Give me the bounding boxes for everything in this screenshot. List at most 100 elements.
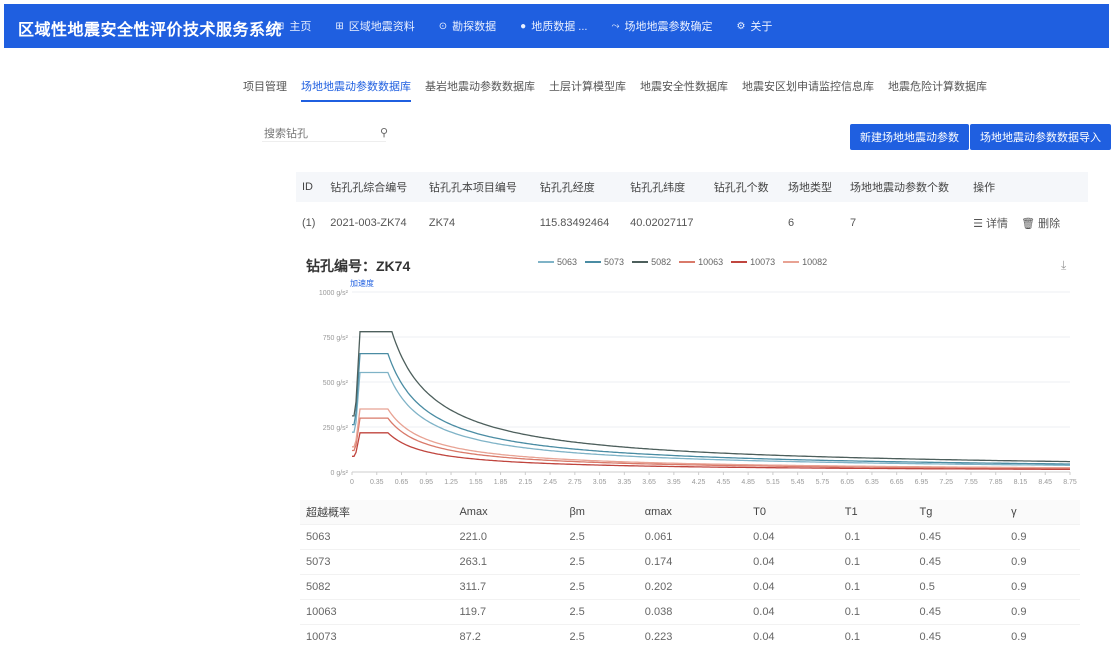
legend-item[interactable]: 5082 <box>632 257 671 267</box>
home-icon: ⊞ <box>276 21 284 32</box>
nav-item-survey-data[interactable]: ⊙ 勘探数据 <box>439 18 496 34</box>
left-blank-pane <box>0 48 232 646</box>
params-table: 超越概率 Amax βm αmax T0 T1 Tg γ 5063221.02.… <box>300 500 1080 649</box>
detail-icon: ☰ <box>973 218 983 230</box>
trash-icon: 🗑 <box>1021 218 1035 230</box>
table-cell: 0.9 <box>1005 600 1080 625</box>
table-cell: 0.9 <box>1005 525 1080 550</box>
legend-item[interactable]: 10082 <box>783 257 827 267</box>
table-cell: 0.04 <box>747 525 839 550</box>
table-cell: 2.5 <box>563 625 638 649</box>
table-cell: 0.9 <box>1005 550 1080 575</box>
series-line-5073 <box>352 354 1070 464</box>
column-header: ID <box>296 172 324 202</box>
table-header-row: 超越概率 Amax βm αmax T0 T1 Tg γ <box>300 500 1080 525</box>
legend-swatch <box>585 261 601 263</box>
nav-item-label: 场地地震参数确定 <box>624 18 712 34</box>
table-cell: 2.5 <box>563 575 638 600</box>
x-tick-label: 0.35 <box>370 479 384 486</box>
x-tick-label: 0 <box>350 479 354 486</box>
tab-bedrock-params-db[interactable]: 基岩地震动参数数据库 <box>425 78 535 102</box>
x-tick-label: 8.75 <box>1063 479 1077 486</box>
x-tick-label: 1.85 <box>494 479 508 486</box>
column-header: 操作 <box>967 172 1088 202</box>
table-cell: 0.45 <box>914 525 1006 550</box>
table-cell: 0.1 <box>839 550 914 575</box>
table-cell: 0.04 <box>747 550 839 575</box>
nav-item-geology-data[interactable]: ● 地质数据 ... <box>520 18 587 34</box>
legend-item[interactable]: 5073 <box>585 257 624 267</box>
borehole-table: ID 钻孔孔综合编号 钻孔孔本项目编号 钻孔孔经度 钻孔孔纬度 钻孔孔个数 场地… <box>296 172 1088 244</box>
table-cell: 5063 <box>300 525 453 550</box>
target-icon: ⊙ <box>439 21 447 32</box>
table-cell: 0.45 <box>914 625 1006 649</box>
x-tick-label: 1.55 <box>469 479 483 486</box>
search-input[interactable] <box>262 127 386 142</box>
x-tick-label: 4.55 <box>717 479 731 486</box>
tab-soil-model-db[interactable]: 土层计算模型库 <box>549 78 626 102</box>
series-line-5082 <box>352 332 1070 462</box>
x-tick-label: 3.35 <box>618 479 632 486</box>
tab-bar: 项目管理 场地地震动参数数据库 基岩地震动参数数据库 土层计算模型库 地震安全性… <box>243 78 1001 102</box>
table-row: 10063119.72.50.0380.040.10.450.9 <box>300 600 1080 625</box>
legend-swatch <box>632 261 648 263</box>
import-site-params-button[interactable]: 场地地震动参数数据导入 <box>970 124 1111 150</box>
table-cell: 0.223 <box>639 625 747 649</box>
column-header: Amax <box>453 500 563 525</box>
table-row: 5063221.02.50.0610.040.10.450.9 <box>300 525 1080 550</box>
tab-safety-db[interactable]: 地震安全性数据库 <box>640 78 728 102</box>
detail-button[interactable]: ☰ 详情 <box>973 218 1008 230</box>
nav-item-regional-data[interactable]: ⊞ 区域地震资料 <box>335 18 414 34</box>
column-header: 超越概率 <box>300 500 453 525</box>
column-header: 钻孔孔纬度 <box>624 172 708 202</box>
x-tick-label: 6.65 <box>890 479 904 486</box>
column-header: 场地地震动参数个数 <box>844 172 967 202</box>
nav-item-label: 地质数据 ... <box>531 18 587 34</box>
cell-code: 2021-003-ZK74 <box>324 202 423 244</box>
tab-site-params-db[interactable]: 场地地震动参数数据库 <box>301 78 411 102</box>
nav-item-site-params[interactable]: ⤳ 场地地震参数确定 <box>611 18 712 34</box>
legend-item[interactable]: 5063 <box>538 257 577 267</box>
y-tick-label: 1000 g/s² <box>319 290 349 297</box>
table-cell: 0.1 <box>839 625 914 649</box>
table-cell: 0.45 <box>914 550 1006 575</box>
y-tick-label: 750 g/s² <box>323 335 349 342</box>
nav-item-about[interactable]: ⚙ 关于 <box>736 18 772 34</box>
x-tick-label: 3.65 <box>642 479 656 486</box>
nav-item-home[interactable]: ⊞ 主页 <box>276 18 311 34</box>
column-header: 钻孔孔经度 <box>534 172 624 202</box>
table-row: 1007387.22.50.2230.040.10.450.9 <box>300 625 1080 649</box>
x-tick-label: 4.25 <box>692 479 706 486</box>
table-cell: 87.2 <box>453 625 563 649</box>
table-cell: 221.0 <box>453 525 563 550</box>
legend-item[interactable]: 10073 <box>731 257 775 267</box>
column-header: γ <box>1005 500 1080 525</box>
chart-title: 钻孔编号：ZK74 <box>306 256 410 276</box>
tab-zoning-db[interactable]: 地震安区划申请监控信息库 <box>742 78 874 102</box>
x-tick-label: 0.95 <box>419 479 433 486</box>
x-tick-label: 3.95 <box>667 479 681 486</box>
new-site-params-button[interactable]: 新建场地地震动参数 <box>850 124 969 150</box>
table-cell: 263.1 <box>453 550 563 575</box>
tab-project-management[interactable]: 项目管理 <box>243 78 287 102</box>
column-header: 钻孔孔个数 <box>708 172 782 202</box>
legend-swatch <box>679 261 695 263</box>
tab-hazard-db[interactable]: 地震危险计算数据库 <box>888 78 987 102</box>
x-tick-label: 5.75 <box>816 479 830 486</box>
delete-button[interactable]: 🗑 删除 <box>1021 218 1060 230</box>
x-tick-label: 5.15 <box>766 479 780 486</box>
settings-icon: ⚙ <box>736 21 745 32</box>
grid-icon: ⊞ <box>335 21 343 32</box>
table-row[interactable]: (1) 2021-003-ZK74 ZK74 115.83492464 40.0… <box>296 202 1088 244</box>
x-tick-label: 2.75 <box>568 479 582 486</box>
download-icon[interactable]: ⤓ <box>1061 258 1066 273</box>
search-icon[interactable]: ⚲ <box>380 126 388 139</box>
legend-swatch <box>731 261 747 263</box>
column-header: 钻孔孔本项目编号 <box>423 172 534 202</box>
legend-item[interactable]: 10063 <box>679 257 723 267</box>
cell-actions: ☰ 详情 🗑 删除 <box>967 202 1088 244</box>
x-tick-label: 3.05 <box>593 479 607 486</box>
chart-legend: 5063 5073 5082 10063 10073 10082 <box>538 257 835 267</box>
column-header: T1 <box>839 500 914 525</box>
table-cell: 10073 <box>300 625 453 649</box>
